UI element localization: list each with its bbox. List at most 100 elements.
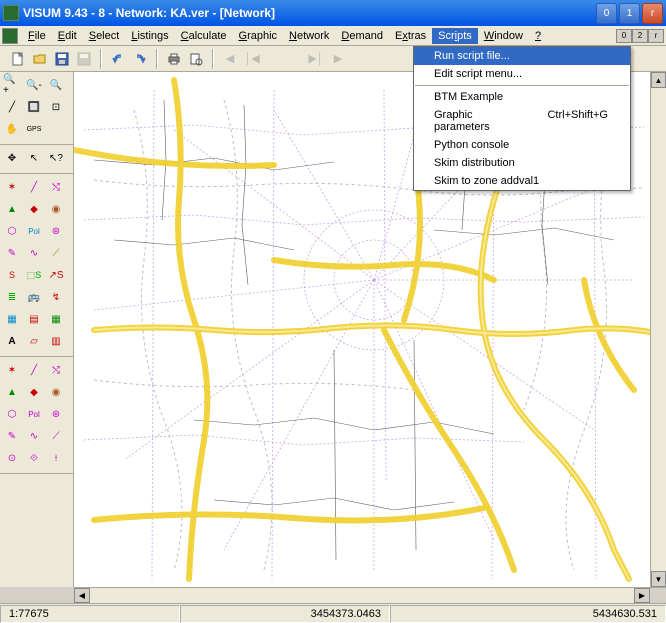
node2-tool[interactable]: ✶ xyxy=(2,360,22,380)
screenline2-tool[interactable]: ∿ xyxy=(24,426,44,446)
poi2-tool[interactable]: Pol xyxy=(24,404,44,424)
nav-first-button[interactable]: ◀ xyxy=(220,49,240,69)
pointer-button[interactable]: ↖ xyxy=(24,148,44,168)
menu-edit[interactable]: Edit xyxy=(52,28,83,44)
scroll-down-arrow[interactable]: ▼ xyxy=(651,571,666,587)
turn2-tool[interactable]: ⤭ xyxy=(46,360,66,380)
polygon-tool[interactable]: ▱ xyxy=(24,331,44,351)
print-button[interactable] xyxy=(164,49,184,69)
scripts-menu-item-btm-example[interactable]: BTM Example xyxy=(414,88,630,106)
scripts-menu-item-run-script-file[interactable]: Run script file... xyxy=(414,47,630,65)
pan-button[interactable]: ✋ xyxy=(2,119,22,139)
new-file-button[interactable] xyxy=(8,49,28,69)
gislayer-tool[interactable]: ▥ xyxy=(46,331,66,351)
menu-separator xyxy=(415,85,629,86)
minimize-button[interactable]: 0 xyxy=(596,3,617,24)
maximize-button[interactable]: 1 xyxy=(619,3,640,24)
scroll-v-track[interactable] xyxy=(651,88,666,571)
node-tool[interactable]: ✶ xyxy=(2,177,22,197)
open-file-button[interactable] xyxy=(30,49,50,69)
menu-select[interactable]: Select xyxy=(83,28,126,44)
lineroute-tool[interactable]: 🚌 xyxy=(24,287,44,307)
toll-tool[interactable]: ⟋ xyxy=(46,243,66,263)
mainzone2-tool[interactable]: ◉ xyxy=(46,382,66,402)
scripts-menu-item-edit-script-menu[interactable]: Edit script menu... xyxy=(414,65,630,83)
zoom-in-button[interactable]: 🔍+ xyxy=(2,75,22,95)
zoom-extent-button[interactable]: ⊡ xyxy=(46,97,66,117)
zoom-window-button[interactable]: 🔲 xyxy=(24,97,44,117)
menu-item-label: Edit script menu... xyxy=(434,68,608,80)
nav-last-button[interactable]: ▶ xyxy=(328,49,348,69)
menu-listings[interactable]: Listings xyxy=(125,28,174,44)
scroll-left-arrow[interactable]: ◀ xyxy=(74,588,90,603)
mdi-minimize-button[interactable]: 0 xyxy=(616,29,632,43)
scripts-menu-item-python-console[interactable]: Python console xyxy=(414,136,630,154)
stoparea2-tool[interactable]: ⟐ xyxy=(24,448,44,468)
mdi-restore-button[interactable]: 2 xyxy=(632,29,648,43)
app-icon xyxy=(3,5,19,21)
measure-button[interactable]: ╱ xyxy=(2,97,22,117)
close-button[interactable]: r xyxy=(642,3,663,24)
zoom-out-button[interactable]: 🔍- xyxy=(24,75,44,95)
count-tool[interactable]: ⊛ xyxy=(46,221,66,241)
stoppoint-tool[interactable]: ↗S xyxy=(46,265,66,285)
detector2-tool[interactable]: ✎ xyxy=(2,426,22,446)
menu-demand[interactable]: Demand xyxy=(335,28,389,44)
poi-tool[interactable]: Pol xyxy=(24,221,44,241)
print-preview-button[interactable] xyxy=(186,49,206,69)
screenline-tool[interactable]: ∿ xyxy=(24,243,44,263)
scripts-menu-item-skim-to-zone-addval1[interactable]: Skim to zone addval1 xyxy=(414,172,630,190)
link2-tool[interactable]: ╱ xyxy=(24,360,44,380)
mainzone-tool[interactable]: ◉ xyxy=(46,199,66,219)
turn-tool[interactable]: ⤭ xyxy=(46,177,66,197)
link-tool[interactable]: ╱ xyxy=(24,177,44,197)
menu-scripts[interactable]: Scripts xyxy=(432,28,478,44)
stoparea-tool[interactable]: ⬚S xyxy=(24,265,44,285)
scroll-h-track[interactable] xyxy=(90,588,634,603)
scroll-right-arrow[interactable]: ▶ xyxy=(634,588,650,603)
syspath-tool[interactable]: ↯ xyxy=(46,287,66,307)
count2-tool[interactable]: ⊛ xyxy=(46,404,66,424)
mdi-close-button[interactable]: r xyxy=(648,29,664,43)
menu-network[interactable]: Network xyxy=(283,28,335,44)
zone-tool[interactable]: ▲ xyxy=(2,199,22,219)
toll2-tool[interactable]: ⟋ xyxy=(46,426,66,446)
zone2-tool[interactable]: ▲ xyxy=(2,382,22,402)
redo-button[interactable] xyxy=(130,49,150,69)
menu-window[interactable]: Window xyxy=(478,28,529,44)
conn2-tool[interactable]: ◆ xyxy=(24,382,44,402)
nav-next-button[interactable]: ▶│ xyxy=(306,49,326,69)
menu-extras[interactable]: Extras xyxy=(389,28,432,44)
zoom-panel: 🔍+ 🔍- 🔍 ╱ 🔲 ⊡ ✋ GPS xyxy=(0,72,73,145)
scripts-menu-item-skim-distribution[interactable]: Skim distribution xyxy=(414,154,630,172)
text-tool[interactable]: A xyxy=(2,331,22,351)
detector-tool[interactable]: ✎ xyxy=(2,243,22,263)
scroll-up-arrow[interactable]: ▲ xyxy=(651,72,666,88)
horizontal-scrollbar[interactable]: ◀ ▶ xyxy=(74,587,666,603)
stop-tool[interactable]: S xyxy=(2,265,22,285)
undo-button[interactable] xyxy=(108,49,128,69)
menu-graphic[interactable]: Graphic xyxy=(233,28,284,44)
line-tool[interactable]: ≣ xyxy=(2,287,22,307)
territory2-tool[interactable]: ⬡ xyxy=(2,404,22,424)
menu-[interactable]: ? xyxy=(529,28,547,44)
menu-file[interactable]: File xyxy=(22,28,52,44)
save-button[interactable] xyxy=(52,49,72,69)
zoom-reset-button[interactable]: 🔍 xyxy=(46,75,66,95)
info-pointer-button[interactable]: ↖? xyxy=(46,148,66,168)
conn-tool[interactable]: ◆ xyxy=(24,199,44,219)
background-tool[interactable]: ▦ xyxy=(2,309,22,329)
stoppoint2-tool[interactable]: ⟊ xyxy=(46,448,66,468)
scripts-menu-item-graphic-parameters[interactable]: Graphic parametersCtrl+Shift+G xyxy=(414,106,630,136)
table-tool[interactable]: ▦ xyxy=(46,309,66,329)
legend-tool[interactable]: ▤ xyxy=(24,309,44,329)
gps-button[interactable]: GPS xyxy=(24,119,44,139)
menu-calculate[interactable]: Calculate xyxy=(175,28,233,44)
territory-tool[interactable]: ⬡ xyxy=(2,221,22,241)
move-button[interactable]: ✥ xyxy=(2,148,22,168)
network-edit-panel-2: ✶╱⤭ ▲◆◉ ⬡Pol⊛ ✎∿⟋ ⊙⟐⟊ xyxy=(0,357,73,474)
vertical-scrollbar[interactable]: ▲ ▼ xyxy=(650,72,666,587)
stop2-tool[interactable]: ⊙ xyxy=(2,448,22,468)
nav-prev-button[interactable]: │◀ xyxy=(242,49,262,69)
status-x: 3454373.0463 xyxy=(311,608,381,620)
